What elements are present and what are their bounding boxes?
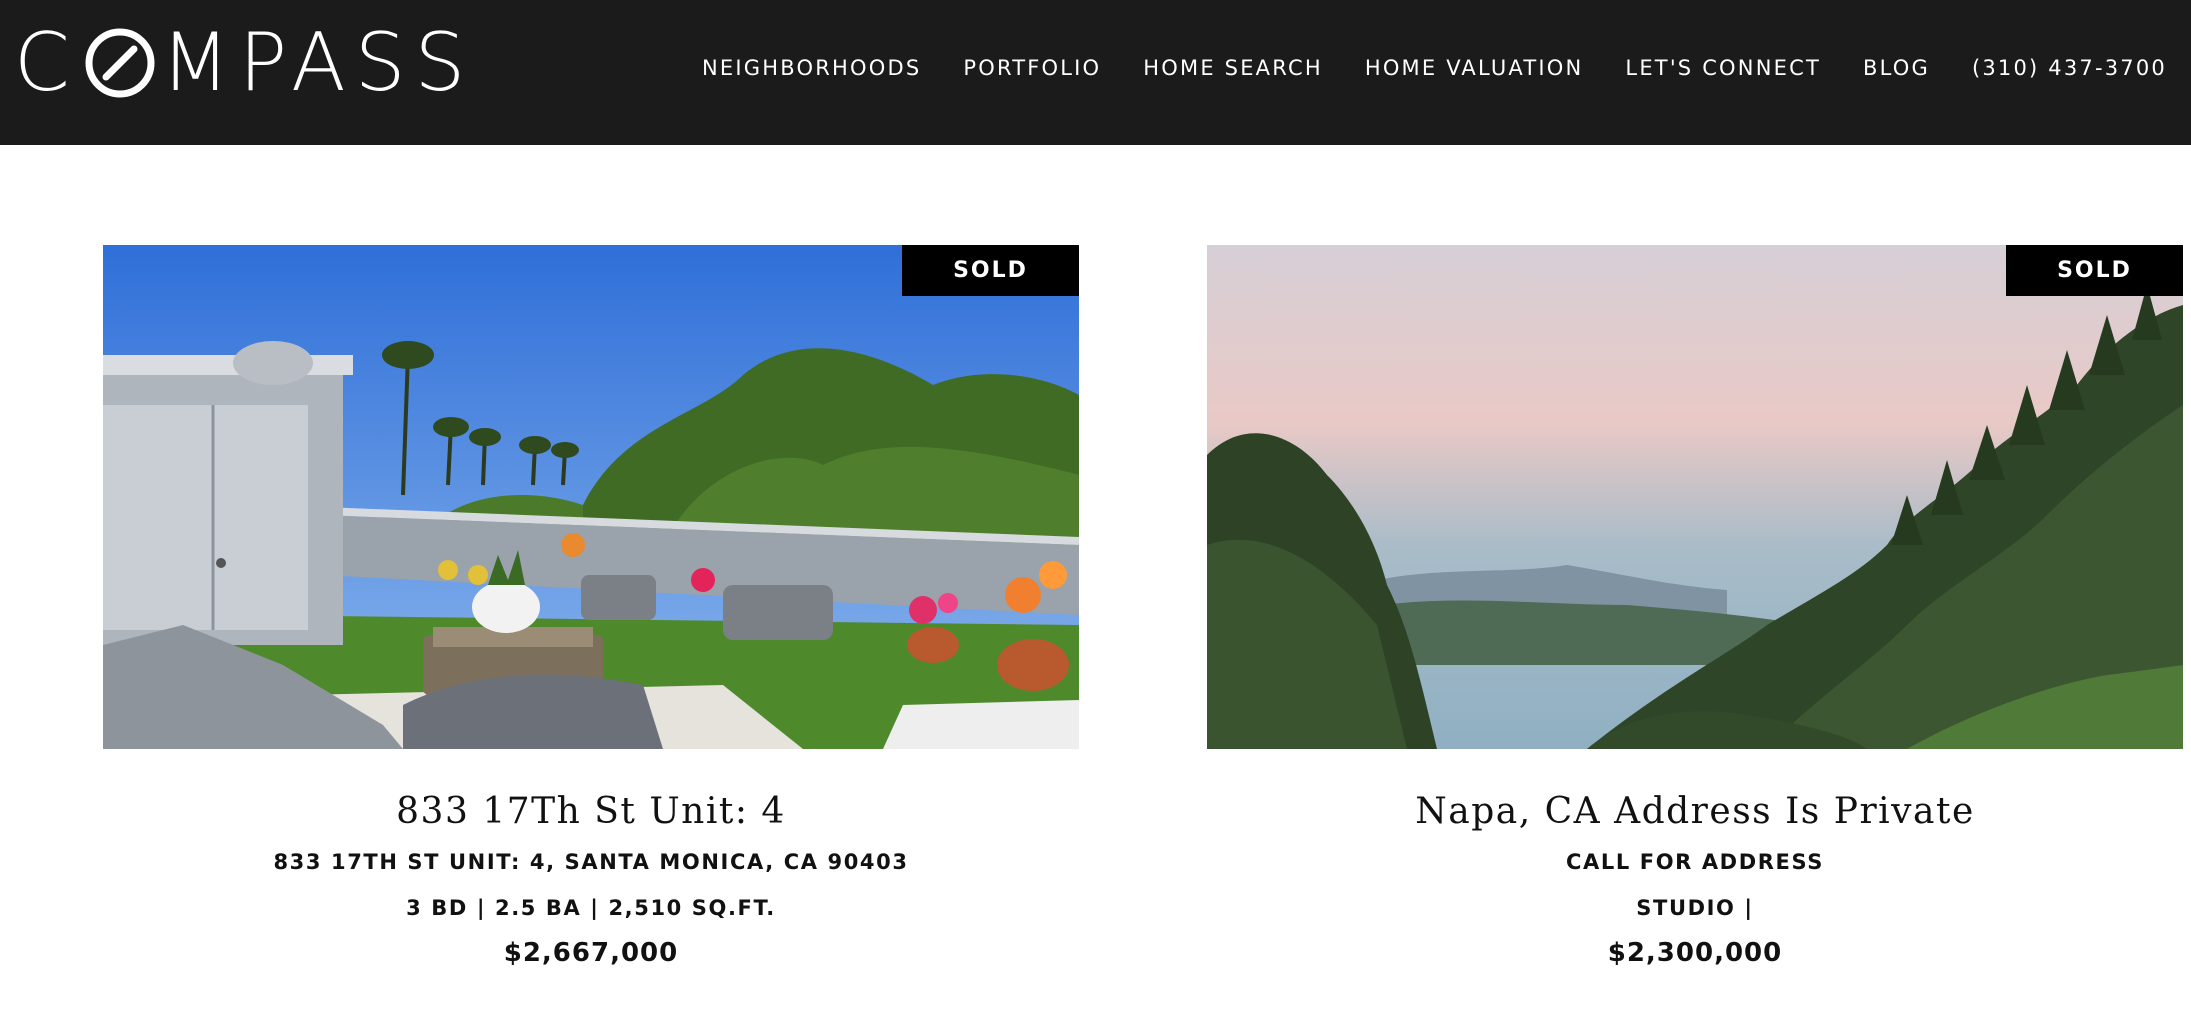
listing-info: Napa, CA Address Is Private CALL FOR ADD…	[1207, 791, 2183, 968]
listing-card[interactable]: SOLD 833 17Th St Unit: 4 833 17TH ST UNI…	[103, 245, 1079, 968]
listing-price: $2,300,000	[1607, 938, 1783, 968]
compass-logo[interactable]: C MPASS	[14, 16, 465, 109]
main-nav: NEIGHBORHOODS PORTFOLIO HOME SEARCH HOME…	[702, 0, 2167, 135]
listing-photo[interactable]: SOLD	[1207, 245, 2183, 749]
compass-o-icon	[83, 26, 157, 100]
nav-portfolio[interactable]: PORTFOLIO	[963, 56, 1101, 80]
nav-phone-link[interactable]: (310) 437-3700	[1972, 56, 2167, 80]
nav-neighborhoods[interactable]: NEIGHBORHOODS	[702, 56, 921, 80]
listing-title[interactable]: 833 17Th St Unit: 4	[103, 791, 1079, 832]
listing-photo[interactable]: SOLD	[103, 245, 1079, 749]
listing-address: CALL FOR ADDRESS	[1566, 850, 1824, 874]
nav-home-valuation[interactable]: HOME VALUATION	[1365, 56, 1584, 80]
listing-price: $2,667,000	[503, 938, 679, 968]
forest-valley-photo	[1207, 245, 2183, 749]
listing-specs: 3 BD | 2.5 BA | 2,510 SQ.FT.	[406, 896, 776, 920]
rooftop-patio-photo	[103, 245, 1079, 749]
listing-card[interactable]: SOLD Napa, CA Address Is Private CALL FO…	[1207, 245, 2183, 968]
nav-lets-connect[interactable]: LET'S CONNECT	[1625, 56, 1821, 80]
sold-badge: SOLD	[2006, 245, 2183, 296]
logo-letters-mpass: MPASS	[160, 16, 475, 109]
listing-address: 833 17TH ST UNIT: 4, SANTA MONICA, CA 90…	[273, 850, 909, 874]
nav-blog[interactable]: BLOG	[1863, 56, 1930, 80]
nav-home-search[interactable]: HOME SEARCH	[1143, 56, 1323, 80]
logo-letter-c: C	[14, 16, 79, 109]
listing-info: 833 17Th St Unit: 4 833 17TH ST UNIT: 4,…	[103, 791, 1079, 968]
site-header: C MPASS NEIGHBORHOODS PORTFOLIO HOME SEA…	[0, 0, 2191, 145]
listing-specs: STUDIO |	[1636, 896, 1754, 920]
sold-badge: SOLD	[902, 245, 1079, 296]
listing-title[interactable]: Napa, CA Address Is Private	[1207, 791, 2183, 832]
